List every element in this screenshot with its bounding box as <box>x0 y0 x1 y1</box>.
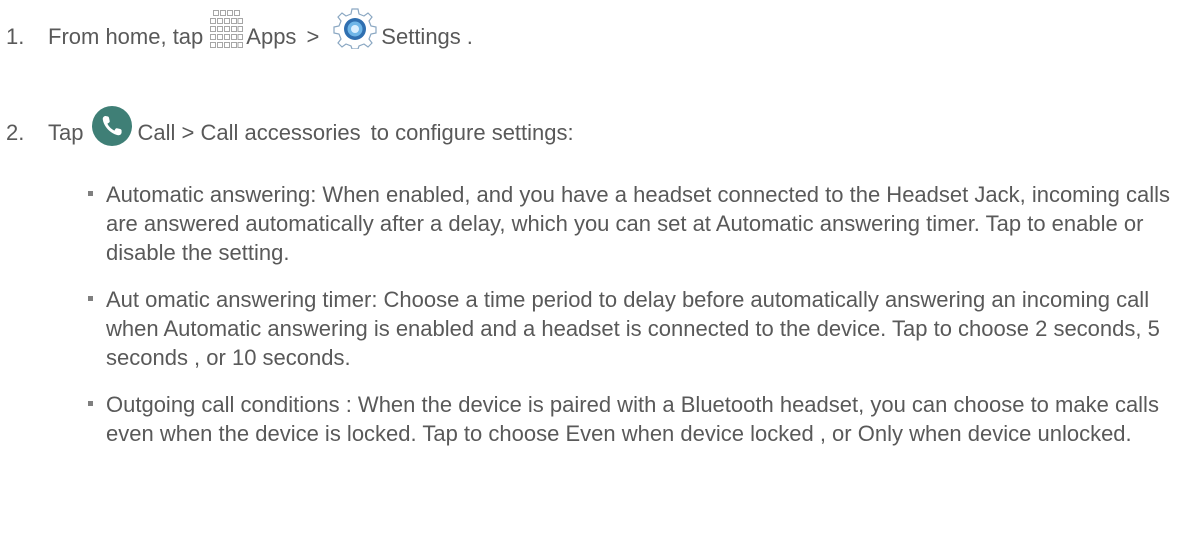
list-item: Automatic answering: When enabled, and y… <box>88 180 1183 267</box>
call-path-label: Call > Call accessories <box>137 120 361 145</box>
bullet-icon <box>88 296 93 301</box>
list-item-text: Aut omatic answering timer: Choose a tim… <box>106 287 1160 370</box>
bullet-icon <box>88 191 93 196</box>
step-text: From home, tap <box>48 24 204 49</box>
step-text-after: to configure settings: <box>370 120 574 145</box>
apps-grid-icon <box>209 10 244 56</box>
bullet-icon <box>88 401 93 406</box>
settings-label: Settings <box>381 24 461 49</box>
list-item-text: Automatic answering: When enabled, and y… <box>106 182 1170 265</box>
settings-gear-icon <box>333 7 377 55</box>
list-item: Aut omatic answering timer: Choose a tim… <box>88 285 1183 372</box>
step-2: 2. Tap Call > Call accessories to config… <box>0 105 574 158</box>
path-separator: > <box>306 24 320 49</box>
step-number: 2. <box>6 120 25 145</box>
settings-bullet-list: Automatic answering: When enabled, and y… <box>88 180 1183 466</box>
apps-label: Apps <box>246 24 297 49</box>
list-item: Outgoing call conditions : When the devi… <box>88 390 1183 448</box>
step-text: Tap <box>48 120 84 145</box>
step-1: 1. From home, tap Apps > Settings . <box>0 8 473 66</box>
phone-call-icon <box>91 105 133 153</box>
step-end: . <box>466 24 473 49</box>
list-item-text: Outgoing call conditions : When the devi… <box>106 392 1159 446</box>
step-number: 1. <box>6 24 25 49</box>
